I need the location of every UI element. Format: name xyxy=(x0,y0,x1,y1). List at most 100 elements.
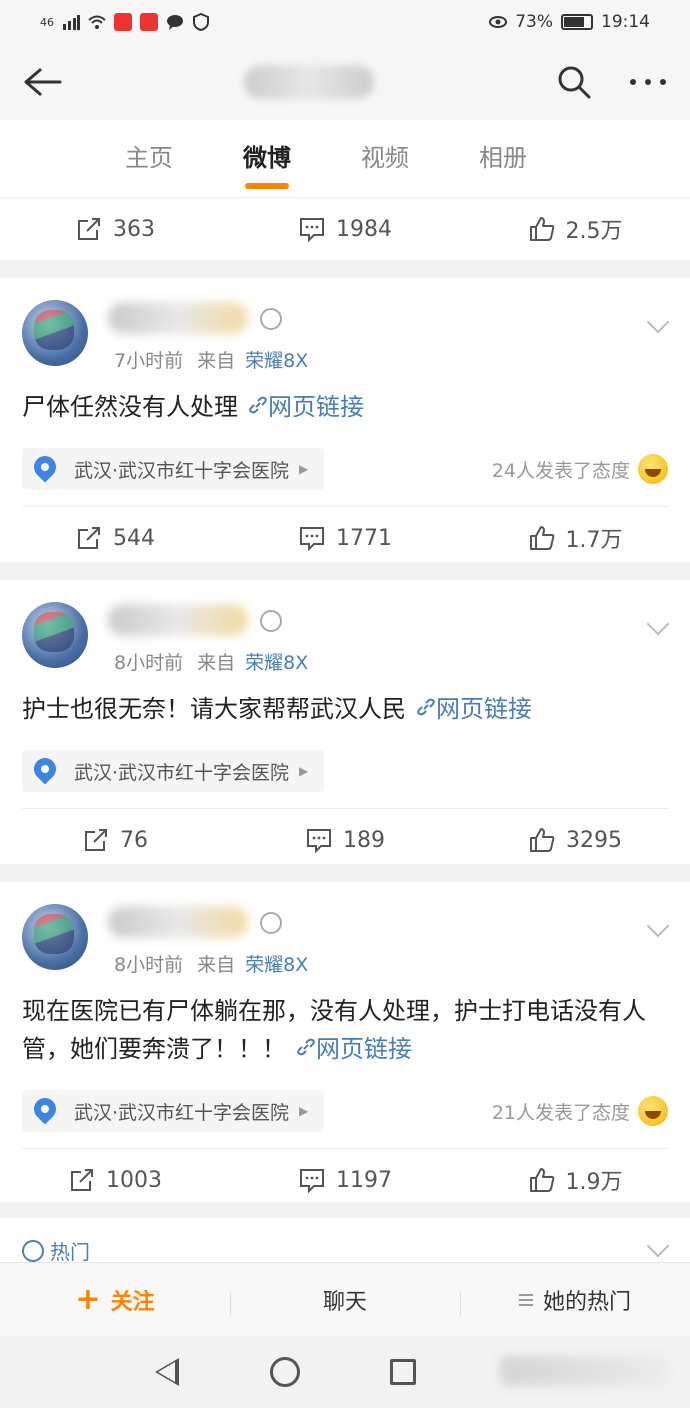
repost-icon xyxy=(78,527,100,549)
her-hot-button[interactable]: 她的热门 xyxy=(460,1284,690,1316)
repost-button[interactable]: 76 xyxy=(0,826,230,854)
device-name[interactable]: 荣耀8X xyxy=(245,350,308,372)
hot-label[interactable]: 热门 xyxy=(22,1236,90,1265)
comment-button[interactable]: 189 xyxy=(230,826,460,854)
repost-button[interactable]: 1003 xyxy=(0,1166,230,1194)
like-count: 3295 xyxy=(566,827,622,853)
thumbs-up-icon xyxy=(529,526,554,550)
like-button[interactable]: 1.7万 xyxy=(460,522,690,554)
chevron-down-icon[interactable] xyxy=(646,1234,670,1258)
like-button[interactable]: 3295 xyxy=(460,826,690,854)
network-label: 46 xyxy=(40,15,54,29)
wifi-icon xyxy=(88,15,106,29)
location-row: 武汉·武汉市红十字会医院 ▶ 24人发表了态度 xyxy=(0,440,690,498)
location-tag[interactable]: 武汉·武汉市红十字会医院 ▶ xyxy=(22,750,325,792)
status-left: 46 xyxy=(40,13,210,31)
location-tag[interactable]: 武汉·武汉市红十字会医院 ▶ xyxy=(22,448,325,490)
comment-count: 1197 xyxy=(336,1167,392,1193)
battery-icon xyxy=(561,14,593,30)
attitude-summary[interactable]: 24人发表了态度 xyxy=(492,454,668,484)
chevron-down-icon[interactable] xyxy=(646,914,670,938)
from-label: 来自 xyxy=(197,350,236,372)
post-stats: 544 1771 1.7万 xyxy=(0,507,690,569)
medal-badge-icon xyxy=(260,308,282,330)
repost-icon xyxy=(78,218,100,240)
arrow-right-icon: ▶ xyxy=(299,1104,309,1118)
device-name[interactable]: 荣耀8X xyxy=(245,652,308,674)
top-nav-bar xyxy=(0,44,690,120)
system-back-icon[interactable] xyxy=(155,1358,179,1386)
repost-button[interactable]: 363 xyxy=(0,215,230,243)
tab-album[interactable]: 相册 xyxy=(479,138,527,179)
link-label: 网页链接 xyxy=(436,695,532,723)
tab-weibo[interactable]: 微博 xyxy=(243,138,291,189)
comment-button[interactable]: 1771 xyxy=(230,524,460,552)
location-tag[interactable]: 武汉·武汉市红十字会医院 ▶ xyxy=(22,1090,325,1132)
blurred-watermark xyxy=(500,1356,670,1386)
post-stats: 76 189 3295 xyxy=(0,809,690,871)
hot-section-header: 热门 xyxy=(0,1218,690,1265)
comment-count: 1771 xyxy=(336,525,392,551)
comment-count: 1984 xyxy=(336,216,392,242)
clock: 19:14 xyxy=(601,12,650,32)
attitude-summary[interactable]: 21人发表了态度 xyxy=(492,1096,668,1126)
post-meta: 8小时前 来自 荣耀8X xyxy=(114,950,308,977)
web-link[interactable]: 网页链接 xyxy=(416,695,532,723)
web-link[interactable]: 网页链接 xyxy=(296,1035,412,1063)
battery-percent: 73% xyxy=(515,12,553,32)
device-name[interactable]: 荣耀8X xyxy=(245,954,308,976)
blurred-username-title xyxy=(244,65,374,99)
bottom-action-bar: + 关注 聊天 她的热门 xyxy=(0,1262,690,1336)
system-recents-icon[interactable] xyxy=(390,1359,416,1385)
repost-count: 1003 xyxy=(106,1167,162,1193)
chat-button[interactable]: 聊天 xyxy=(230,1284,460,1316)
chevron-down-icon[interactable] xyxy=(646,612,670,636)
location-pin-icon xyxy=(29,753,61,785)
hot-text: 热门 xyxy=(50,1240,90,1264)
repost-button[interactable]: 544 xyxy=(0,524,230,552)
from-label: 来自 xyxy=(197,652,236,674)
hot-icon xyxy=(22,1239,44,1262)
repost-count: 363 xyxy=(113,216,155,242)
search-icon[interactable] xyxy=(556,64,592,100)
back-arrow-icon[interactable] xyxy=(22,67,62,97)
post-header: 8小时前 来自 荣耀8X xyxy=(0,580,690,674)
location-row: 武汉·武汉市红十字会医院 ▶ xyxy=(0,742,690,800)
link-label: 网页链接 xyxy=(268,393,364,421)
more-options-icon[interactable] xyxy=(628,77,668,87)
like-count: 1.9万 xyxy=(565,1170,623,1195)
comment-button[interactable]: 1197 xyxy=(230,1166,460,1194)
avatar[interactable] xyxy=(22,300,88,366)
tab-home[interactable]: 主页 xyxy=(125,138,173,179)
comment-button[interactable]: 1984 xyxy=(230,215,460,243)
link-label: 网页链接 xyxy=(316,1035,412,1063)
blurred-username[interactable] xyxy=(108,604,248,636)
app-notification-icon xyxy=(140,13,158,31)
location-pin-icon xyxy=(29,1093,61,1125)
from-label: 来自 xyxy=(197,954,236,976)
system-home-icon[interactable] xyxy=(270,1357,300,1387)
nav-actions xyxy=(556,64,668,100)
comment-icon xyxy=(307,829,331,854)
message-icon xyxy=(167,15,183,30)
like-button[interactable]: 2.5万 xyxy=(460,213,690,245)
blurred-username[interactable] xyxy=(108,906,248,938)
web-link[interactable]: 网页链接 xyxy=(248,393,364,421)
arrow-right-icon: ▶ xyxy=(299,764,309,778)
chevron-down-icon[interactable] xyxy=(646,310,670,334)
blurred-username[interactable] xyxy=(108,302,248,334)
post-header: 7小时前 来自 荣耀8X xyxy=(0,278,690,372)
post-text: 护士也很无奈！请大家帮帮武汉人民 网页链接 xyxy=(0,660,690,728)
avatar[interactable] xyxy=(22,602,88,668)
weibo-post: 8小时前 来自 荣耀8X 护士也很无奈！请大家帮帮武汉人民 网页链接 武汉·武汉市红十… xyxy=(0,580,690,864)
like-button[interactable]: 1.9万 xyxy=(460,1164,690,1196)
weibo-post: 7小时前 来自 荣耀8X 尸体任然没有人处理 网页链接 武汉·武汉市红十字会医院 ▶ … xyxy=(0,278,690,562)
post-stats: 1003 1197 1.9万 xyxy=(0,1149,690,1211)
menu-icon xyxy=(518,1293,533,1306)
avatar[interactable] xyxy=(22,904,88,970)
like-count: 1.7万 xyxy=(565,528,623,553)
follow-button[interactable]: + 关注 xyxy=(0,1282,230,1317)
previous-post-stats: 363 1984 2.5万 xyxy=(0,198,690,260)
tab-video[interactable]: 视频 xyxy=(361,138,409,179)
link-icon xyxy=(297,1038,315,1056)
